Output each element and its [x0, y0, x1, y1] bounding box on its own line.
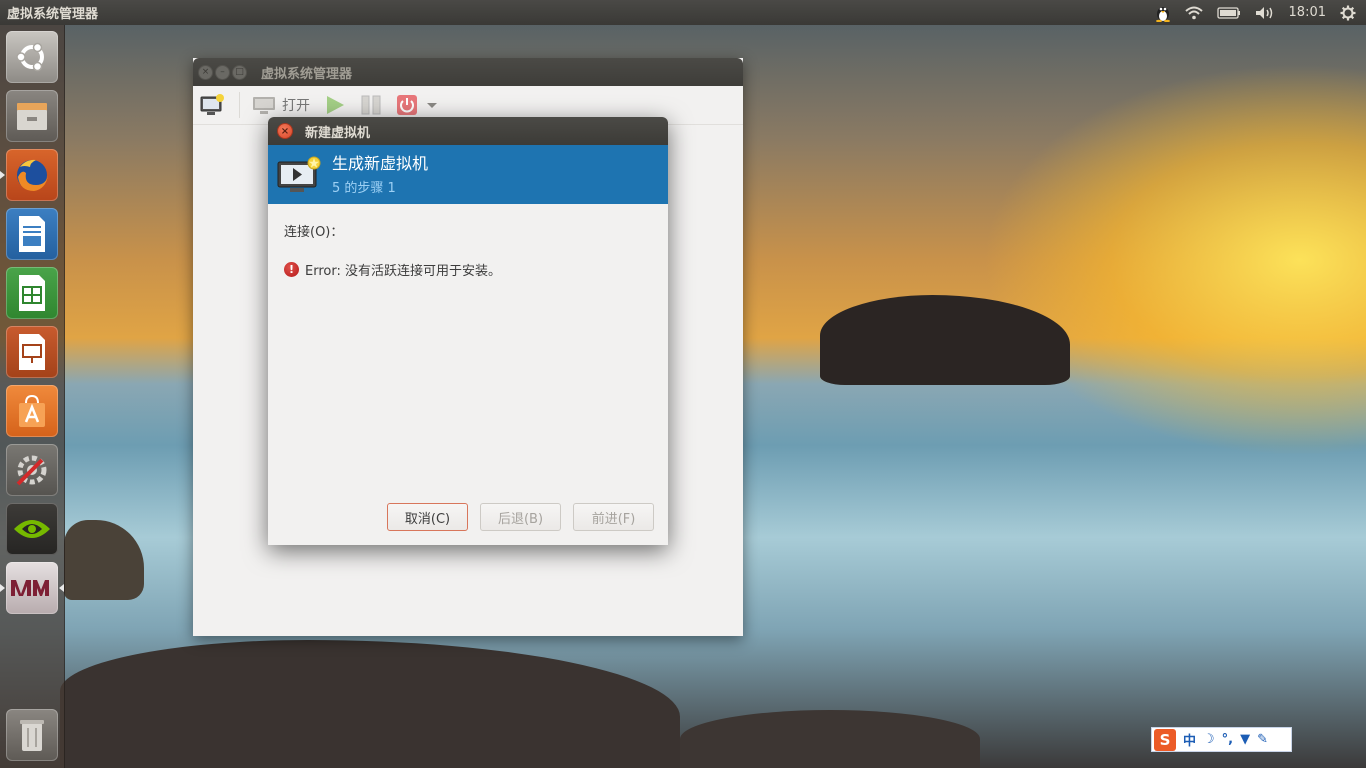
battery-icon[interactable] [1216, 0, 1241, 25]
cancel-button[interactable]: 取消(C) [387, 503, 468, 531]
dialog-body: 连接(O)： ! Error: 没有活跃连接可用于安装。 [268, 204, 668, 296]
error-message: ! Error: 没有活跃连接可用于安装。 [284, 260, 652, 279]
launcher-nvidia[interactable] [6, 503, 58, 555]
settings-wrench-icon [16, 455, 47, 486]
trash-icon [20, 720, 44, 751]
gear-icon[interactable] [1340, 0, 1356, 25]
shutdown-button[interactable] [396, 94, 418, 116]
forward-button[interactable]: 前进(F) [573, 503, 654, 531]
window-minimize-button[interactable]: – [215, 64, 230, 80]
dialog-close-button[interactable]: × [277, 123, 293, 139]
dialog-title: 新建虚拟机 [305, 125, 371, 141]
main-window-title: 虚拟系统管理器 [261, 66, 353, 82]
calc-icon [19, 275, 45, 311]
error-icon: ! [284, 262, 299, 277]
open-button[interactable]: 打开 [252, 95, 310, 115]
background-rock [60, 640, 680, 768]
open-button-label: 打开 [282, 98, 310, 114]
impress-icon [19, 334, 45, 370]
wifi-icon[interactable] [1184, 0, 1203, 25]
background-rock [680, 710, 980, 768]
launcher-running-pip [0, 584, 5, 592]
tux-icon[interactable] [1155, 0, 1171, 25]
shutdown-menu-button[interactable] [426, 100, 438, 110]
chevron-down-icon [427, 103, 437, 108]
volume-icon[interactable] [1255, 0, 1275, 25]
launcher-system-settings[interactable] [6, 444, 58, 496]
moon-icon[interactable]: ☽ [1203, 732, 1215, 747]
pause-button[interactable] [360, 94, 382, 116]
file-cabinet-icon [17, 103, 47, 130]
skin-icon[interactable]: ▼ [1240, 732, 1250, 747]
toolbar-separator [239, 92, 240, 118]
pause-icon [361, 95, 381, 115]
active-app-title: 虚拟系统管理器 [7, 7, 99, 22]
top-panel: 虚拟系统管理器 18:01 [0, 0, 1366, 25]
ime-status-bar: S 中 ☽ °, ▼ ✎ [1151, 727, 1292, 752]
launcher-focused-pip [59, 584, 64, 592]
vmm-icon [11, 580, 49, 596]
wrench-icon[interactable]: ✎ [1257, 732, 1268, 747]
background-rock [820, 295, 1070, 385]
launcher-software-center[interactable] [6, 385, 58, 437]
launcher-impress[interactable] [6, 326, 58, 378]
power-icon [397, 95, 417, 115]
launcher [0, 25, 65, 768]
punctuation-icon[interactable]: °, [1222, 732, 1233, 747]
new-vm-button[interactable] [199, 93, 225, 117]
launcher-trash[interactable] [6, 709, 58, 761]
nvidia-icon [14, 520, 50, 538]
window-close-button[interactable]: × [198, 64, 213, 80]
sogou-logo-icon[interactable]: S [1154, 728, 1176, 751]
launcher-writer[interactable] [6, 208, 58, 260]
new-vm-icon [200, 94, 224, 115]
window-maximize-button[interactable]: □ [232, 64, 247, 80]
launcher-files[interactable] [6, 90, 58, 142]
dialog-titlebar: × 新建虚拟机 [268, 117, 668, 145]
run-button[interactable] [324, 94, 346, 116]
launcher-calc[interactable] [6, 267, 58, 319]
main-titlebar: × – □ 虚拟系统管理器 [193, 58, 743, 86]
back-button[interactable]: 后退(B) [480, 503, 561, 531]
firefox-icon [17, 159, 48, 191]
clock[interactable]: 18:01 [1289, 0, 1326, 25]
dialog-button-row: 取消(C) 后退(B) 前进(F) [387, 503, 654, 531]
dialog-banner: 生成新虚拟机 5 的步骤 1 [268, 145, 668, 204]
play-icon [327, 96, 344, 114]
error-text: Error: 没有活跃连接可用于安装。 [305, 264, 501, 279]
shopping-bag-icon [19, 394, 45, 427]
connection-label: 连接(O)： [284, 225, 344, 240]
ubuntu-logo-icon [16, 42, 44, 72]
launcher-virt-manager[interactable] [6, 562, 58, 614]
monitor-icon [253, 97, 275, 114]
banner-title: 生成新虚拟机 [332, 153, 429, 173]
ubuntu-dash-button[interactable] [6, 31, 58, 83]
indicator-area: 18:01 [1155, 0, 1366, 25]
writer-icon [19, 216, 45, 252]
launcher-running-pip [0, 171, 5, 179]
ime-mode-toggle[interactable]: 中 [1183, 730, 1196, 749]
new-vm-dialog: × 新建虚拟机 生成新虚拟机 5 的步骤 1 连接(O)： ! Error: 没… [268, 117, 668, 545]
new-vm-banner-icon [276, 155, 322, 195]
background-rock [64, 520, 144, 600]
launcher-firefox[interactable] [6, 149, 58, 201]
banner-step-indicator: 5 的步骤 1 [332, 180, 396, 196]
